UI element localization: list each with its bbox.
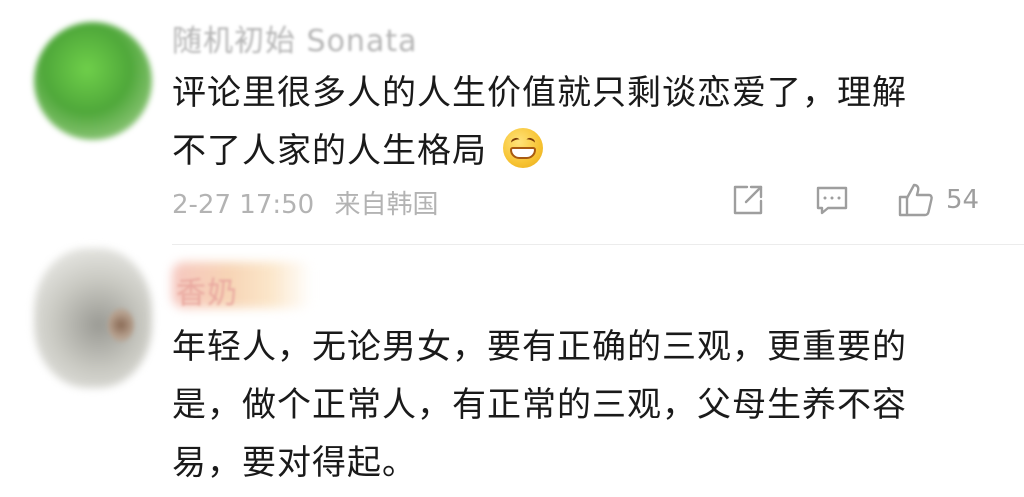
like-button[interactable]: 54: [896, 180, 979, 220]
avatar[interactable]: [34, 248, 152, 388]
comment-text: 评论里很多人的人生价值就只剩谈恋爱了，理解 不了人家的人生格局: [172, 64, 907, 180]
like-icon: [898, 183, 933, 217]
comment-line-with-emoji: 不了人家的人生格局: [172, 122, 907, 180]
grin-emoji-icon: [502, 128, 543, 168]
comment-line: 不了人家的人生格局: [172, 131, 487, 171]
location: 来自韩国: [334, 190, 439, 220]
timestamp: 2-27 17:50: [172, 190, 315, 220]
comment-text: 年轻人，无论男女，要有正确的三观，更重要的 是，做个正常人，有正常的三观，父母生…: [172, 318, 907, 492]
comment-icon: [816, 186, 848, 215]
comment-line: 评论里很多人的人生价值就只剩谈恋爱了，理解: [172, 73, 907, 113]
comment-line: 是，做个正常人，有正常的三观，父母生养不容: [172, 385, 907, 425]
share-icon: [733, 185, 763, 215]
like-count: 54: [946, 185, 980, 215]
username[interactable]: 随机初始 Sonata: [172, 16, 417, 60]
divider: [172, 244, 1024, 245]
comment-line: 年轻人，无论男女，要有正确的三观，更重要的: [172, 327, 907, 367]
share-button[interactable]: [730, 180, 766, 220]
comment-meta: 2-27 17:50 来自韩国: [172, 184, 438, 221]
avatar[interactable]: [34, 22, 152, 140]
reply-button[interactable]: [814, 180, 850, 220]
username[interactable]: 香奶: [176, 268, 238, 312]
comment-line: 易，要对得起。: [172, 443, 417, 483]
